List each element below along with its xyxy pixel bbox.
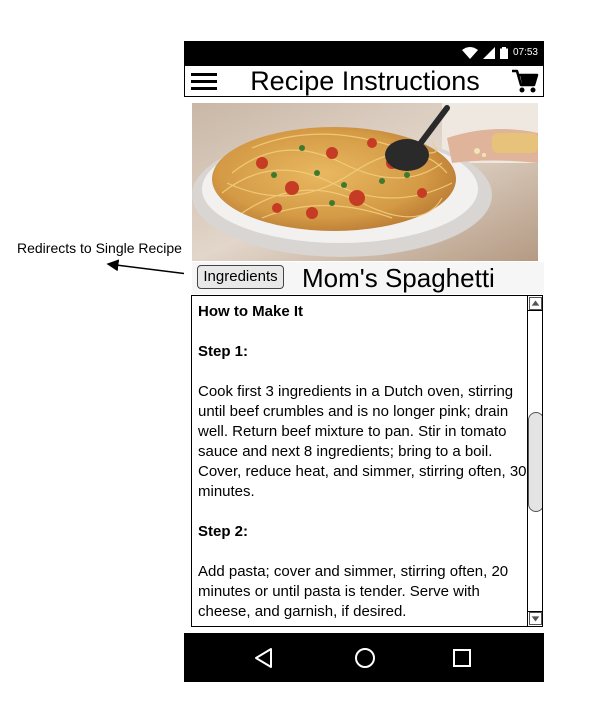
app-bar: Recipe Instructions [184, 65, 544, 97]
signal-icon [482, 47, 495, 59]
menu-icon[interactable] [191, 70, 217, 92]
home-icon[interactable] [352, 645, 378, 671]
phone-frame: 07:53 Recipe Instructions Ingredients Mo… [184, 41, 544, 682]
scroll-down-icon[interactable] [529, 612, 542, 625]
scroll-up-icon[interactable] [529, 297, 542, 310]
page-title: Recipe Instructions [250, 66, 480, 96]
status-time: 07:53 [512, 47, 538, 58]
scrollbar[interactable] [527, 296, 542, 626]
step-label: Step 1: [198, 343, 249, 360]
annotation-label: Redirects to Single Recipe [17, 240, 182, 256]
recipe-hero-image [192, 103, 538, 261]
navigation-bar [184, 633, 544, 682]
step-text: Cook first 3 ingredients in a Dutch oven… [198, 383, 527, 500]
instructions-heading: How to Make It [198, 303, 304, 320]
battery-icon [499, 47, 508, 59]
instructions-content: How to Make It Step 1: Cook first 3 ingr… [198, 302, 528, 626]
cart-icon[interactable] [511, 68, 539, 94]
instructions-panel[interactable]: How to Make It Step 1: Cook first 3 ingr… [191, 295, 543, 627]
back-icon[interactable] [251, 645, 277, 671]
status-bar: 07:53 [184, 41, 544, 65]
recipe-title: Mom's Spaghetti [302, 263, 495, 293]
ingredients-button[interactable]: Ingredients [197, 265, 284, 289]
wifi-icon [461, 47, 478, 59]
recents-icon[interactable] [449, 645, 475, 671]
step-label: Step 2: [198, 523, 249, 540]
scroll-thumb[interactable] [528, 412, 542, 512]
step-text: Add pasta; cover and simmer, stirring of… [198, 563, 509, 620]
